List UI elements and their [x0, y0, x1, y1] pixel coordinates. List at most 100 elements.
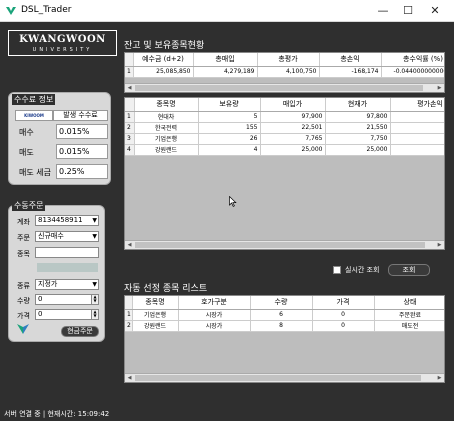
- row-number: 3: [125, 133, 135, 145]
- total-pl-cell: -168,174: [319, 66, 382, 78]
- price-type-select[interactable]: 지정가 ▼: [35, 279, 99, 290]
- order-type-cell: 시장가: [178, 309, 251, 321]
- account-select[interactable]: 8134458911 ▼: [35, 215, 99, 226]
- price-stepper[interactable]: 0 ▲ ▼: [35, 309, 99, 320]
- table-row[interactable]: 1 25,085,850 4,279,189 4,100,750 -168,17…: [125, 66, 444, 78]
- fee-panel-title: 수수료 정보: [12, 94, 56, 105]
- column-header[interactable]: 종목명: [132, 296, 179, 310]
- qty-cell: 4: [198, 144, 261, 156]
- stock-name-cell: 기업은행: [132, 309, 179, 321]
- cash-order-button[interactable]: 현금주문: [61, 326, 99, 337]
- scroll-thumb[interactable]: [135, 375, 421, 381]
- spin-arrows-icon[interactable]: ▲ ▼: [91, 310, 98, 319]
- scroll-thumb[interactable]: [135, 242, 425, 248]
- column-header[interactable]: 총평가: [257, 53, 320, 67]
- spin-arrows-icon[interactable]: ▲ ▼: [91, 295, 98, 304]
- column-header[interactable]: 현재가: [325, 98, 391, 112]
- logo-subtext: UNIVERSITY: [32, 47, 93, 53]
- summary-header-row: 예수금 (d+2) 총매입 총평가 총손익 총수익률 (%): [125, 53, 444, 67]
- auto-list-header-row: 종목명 호가구분 수량 가격 상태: [125, 296, 444, 310]
- column-header[interactable]: 예수금 (d+2): [133, 53, 194, 67]
- fee-column-header: 발생 수수료: [53, 110, 108, 121]
- query-button[interactable]: 조회: [388, 264, 430, 276]
- price-type-value: 지정가: [38, 280, 58, 288]
- qty-cell: 8: [250, 320, 313, 332]
- order-type-label: 주문: [17, 234, 30, 242]
- leaf-icon: [17, 324, 29, 334]
- status-cell: 주문완료: [374, 309, 444, 321]
- broker-logo: KIWOOM: [15, 110, 53, 121]
- horizontal-scrollbar[interactable]: ◀ ▶: [125, 83, 444, 92]
- table-row[interactable]: 2 한국전력 155 22,501 21,550 -1: [125, 122, 444, 134]
- university-logo: KWANGWOON UNIVERSITY: [8, 30, 117, 56]
- table-row[interactable]: 3 기업은행 26 7,765 7,750: [125, 133, 444, 145]
- order-type-select[interactable]: 신규매수 ▼: [35, 231, 99, 242]
- account-value: 8134458911: [38, 216, 83, 224]
- minimize-icon[interactable]: —: [376, 4, 390, 18]
- scroll-left-icon[interactable]: ◀: [125, 241, 134, 249]
- stock-name-cell: 한국전력: [134, 122, 199, 134]
- holdings-title: 잔고 및 보유종목현황: [124, 41, 205, 51]
- pl-cell: [390, 144, 444, 156]
- column-header[interactable]: 총수익률 (%): [381, 53, 444, 67]
- maximize-icon[interactable]: ☐: [401, 4, 415, 18]
- pl-cell: [390, 133, 444, 145]
- column-header[interactable]: 총매입: [193, 53, 258, 67]
- table-row[interactable]: 2 강원랜드 시장가 8 0 매도전: [125, 320, 444, 332]
- app-icon: [6, 7, 16, 15]
- logo-text: KWANGWOON: [19, 34, 106, 45]
- column-header[interactable]: 호가구분: [178, 296, 251, 310]
- column-header[interactable]: 종목명: [134, 98, 199, 112]
- column-header[interactable]: 평가손익: [390, 98, 444, 112]
- column-header[interactable]: 보유량: [198, 98, 261, 112]
- stock-name-cell: 강원랜드: [134, 144, 199, 156]
- quantity-value: 0: [38, 295, 43, 303]
- cur-price-cell: 7,750: [325, 133, 391, 145]
- realtime-checkbox[interactable]: [333, 266, 341, 274]
- pl-cell: [390, 111, 444, 123]
- close-icon[interactable]: ✕: [428, 4, 442, 18]
- pl-cell: -1: [390, 122, 444, 134]
- chevron-down-icon: ▼: [92, 281, 97, 288]
- total-eval-cell: 4,100,750: [257, 66, 320, 78]
- quantity-stepper[interactable]: 0 ▲ ▼: [35, 294, 99, 305]
- auto-list-grid: 종목명 호가구분 수량 가격 상태 1 기업은행 시장가 6 0 주문완료 2 …: [124, 295, 445, 383]
- cur-price-cell: 97,800: [325, 111, 391, 123]
- buy-price-cell: 97,900: [260, 111, 326, 123]
- cur-price-cell: 21,550: [325, 122, 391, 134]
- scroll-right-icon[interactable]: ▶: [435, 241, 444, 249]
- window-title: DSL_Trader: [21, 5, 72, 15]
- qty-cell: 26: [198, 133, 261, 145]
- column-header[interactable]: 수량: [250, 296, 313, 310]
- scroll-right-icon[interactable]: ▶: [435, 374, 444, 382]
- price-cell: 0: [312, 309, 375, 321]
- column-header[interactable]: 매입가: [260, 98, 326, 112]
- buy-price-cell: 7,765: [260, 133, 326, 145]
- horizontal-scrollbar[interactable]: ◀ ▶: [125, 373, 444, 382]
- row-number: 4: [125, 144, 135, 156]
- fee-label-tax: 매도 세금: [19, 168, 51, 177]
- column-header[interactable]: 상태: [374, 296, 444, 310]
- buy-price-cell: 22,501: [260, 122, 326, 134]
- item-input[interactable]: [35, 247, 99, 258]
- order-type-cell: 시장가: [178, 320, 251, 332]
- price-label: 가격: [17, 312, 30, 320]
- scroll-thumb[interactable]: [135, 85, 423, 91]
- column-header[interactable]: 총손익: [319, 53, 382, 67]
- stock-name-cell: 강원랜드: [132, 320, 179, 332]
- scroll-left-icon[interactable]: ◀: [125, 374, 134, 382]
- table-row[interactable]: 1 현대차 5 97,900 97,800: [125, 111, 444, 123]
- auto-list-title: 자동 선정 종목 리스트: [124, 284, 208, 294]
- corner-cell: [125, 53, 134, 67]
- horizontal-scrollbar[interactable]: ◀ ▶: [125, 240, 444, 249]
- price-value: 0: [38, 310, 43, 318]
- scroll-right-icon[interactable]: ▶: [435, 84, 444, 92]
- order-panel-title: 수동주문: [12, 200, 46, 211]
- table-row[interactable]: 1 기업은행 시장가 6 0 주문완료: [125, 309, 444, 321]
- holdings-header-row: 종목명 보유량 매입가 현재가 평가손익: [125, 98, 444, 112]
- row-number: 1: [125, 66, 134, 78]
- table-row[interactable]: 4 강원랜드 4 25,000 25,000: [125, 144, 444, 156]
- scroll-left-icon[interactable]: ◀: [125, 84, 134, 92]
- order-type-value: 신규매수: [38, 232, 64, 240]
- column-header[interactable]: 가격: [312, 296, 375, 310]
